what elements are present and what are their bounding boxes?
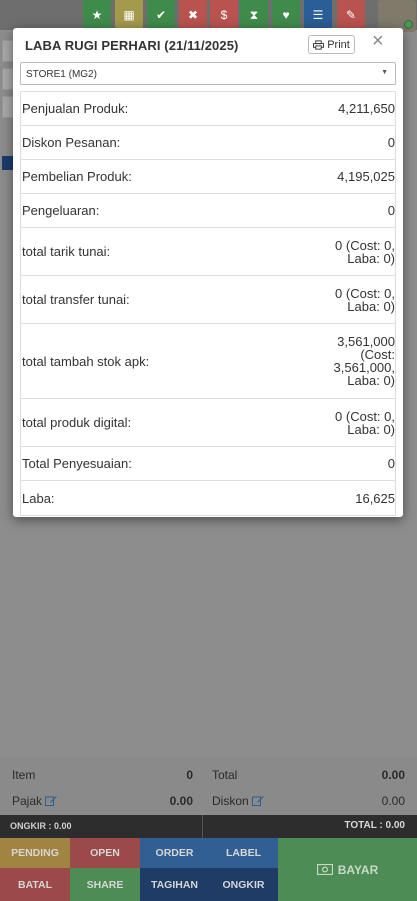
- heart-icon[interactable]: ♥: [272, 0, 300, 30]
- item-value: 0: [186, 768, 193, 782]
- row-label: Penjualan Produk:: [22, 101, 129, 116]
- x-circle-icon[interactable]: ✖: [179, 0, 207, 30]
- top-toolbar: ★ ▦ ✔ ✖ $ ⧗ ♥ ☰ ✎: [0, 0, 417, 32]
- cash-icon: [316, 864, 333, 875]
- bayar-label: BAYAR: [337, 862, 379, 877]
- modal-title: LABA RUGI PERHARI (21/11/2025): [25, 38, 239, 53]
- tagihan-button[interactable]: TAGIHAN: [140, 868, 209, 901]
- printer-icon: [313, 39, 325, 50]
- row-value: 0: [387, 135, 395, 150]
- row-label: total produk digital:: [22, 415, 132, 430]
- hourglass-icon[interactable]: ⧗: [240, 0, 268, 30]
- label-button[interactable]: LABEL: [209, 838, 278, 868]
- table-row: total tambah stok apk: 3,561,000 (Cost: …: [21, 324, 395, 399]
- divider: [202, 815, 203, 838]
- row-value: 0 (Cost: 0, Laba: 0): [335, 408, 395, 437]
- list-icon[interactable]: ☰: [304, 0, 332, 30]
- row-value: 0 (Cost: 0, Laba: 0): [335, 237, 395, 266]
- row-value: 0: [387, 456, 395, 471]
- table-row: Penjualan Produk: 4,211,650: [21, 92, 395, 126]
- total-label: Total: [212, 768, 238, 782]
- diskon-value: 0.00: [381, 794, 405, 808]
- store-select[interactable]: STORE1 (MG2) ▼: [20, 62, 396, 85]
- row-label: total tarik tunai:: [22, 244, 111, 259]
- grid-icon[interactable]: ▦: [115, 0, 143, 30]
- action-buttons: PENDING OPEN ORDER LABEL BATAL SHARE TAG…: [0, 838, 417, 901]
- table-row: Total Penyesuaian: 0: [21, 447, 395, 481]
- table-row: Pengeluaran: 0: [21, 194, 395, 228]
- cart-summary: Item 0 Total 0.00 Pajak 0.00 Diskon 0.00: [0, 757, 417, 815]
- open-button[interactable]: OPEN: [70, 838, 140, 868]
- total-value: 0.00: [381, 768, 405, 782]
- print-label: Print: [327, 38, 350, 51]
- check-circle-icon[interactable]: ✔: [147, 0, 175, 30]
- table-row: total produk digital: 0 (Cost: 0, Laba: …: [21, 399, 395, 447]
- row-value: 16,625: [355, 490, 395, 506]
- pending-button[interactable]: PENDING: [0, 838, 70, 868]
- row-value: 0 (Cost: 0, Laba: 0): [335, 285, 395, 314]
- row-label: total transfer tunai:: [22, 292, 130, 307]
- profit-loss-table: Penjualan Produk: 4,211,650 Diskon Pesan…: [20, 91, 396, 516]
- pajak-label: Pajak: [12, 794, 43, 808]
- row-value: 3,561,000 (Cost: 3,561,000, Laba: 0): [333, 334, 395, 388]
- star-icon[interactable]: ★: [83, 0, 111, 30]
- row-value: 4,195,025: [337, 169, 395, 184]
- print-button[interactable]: Print: [308, 35, 355, 54]
- table-row: total tarik tunai: 0 (Cost: 0, Laba: 0): [21, 228, 395, 276]
- row-label: Pembelian Produk:: [22, 169, 132, 184]
- diskon-field[interactable]: Diskon: [212, 794, 264, 808]
- diskon-label: Diskon: [212, 794, 249, 808]
- pajak-value: 0.00: [169, 794, 193, 808]
- close-icon[interactable]: ×: [372, 31, 384, 51]
- order-button[interactable]: ORDER: [140, 838, 209, 868]
- edit-icon[interactable]: [251, 795, 264, 806]
- profit-loss-modal: LABA RUGI PERHARI (21/11/2025) Print × S…: [13, 28, 403, 517]
- row-label: Pengeluaran:: [22, 203, 100, 218]
- online-status-icon: [404, 20, 413, 29]
- ongkir-status: ONGKIR : 0.00: [10, 821, 72, 831]
- edit-icon[interactable]: [45, 795, 57, 806]
- chevron-down-icon: ▼: [381, 69, 388, 76]
- total-status: TOTAL : 0.00: [344, 820, 405, 831]
- item-label: Item: [12, 768, 36, 782]
- table-row: total transfer tunai: 0 (Cost: 0, Laba: …: [21, 276, 395, 324]
- dollar-icon[interactable]: $: [210, 0, 238, 30]
- row-label: Laba:: [22, 490, 55, 506]
- row-value: 4,211,650: [338, 101, 395, 116]
- bayar-button[interactable]: BAYAR: [278, 838, 417, 901]
- table-row: Pembelian Produk: 4,195,025: [21, 160, 395, 194]
- table-row: Laba: 16,625: [21, 481, 395, 515]
- row-value: 0: [387, 203, 395, 218]
- row-label: Total Penyesuaian:: [22, 456, 132, 471]
- share-button[interactable]: SHARE: [70, 868, 140, 901]
- status-bar: ONGKIR : 0.00 TOTAL : 0.00: [0, 815, 417, 838]
- batal-button[interactable]: BATAL: [0, 868, 70, 901]
- pajak-field[interactable]: Pajak: [12, 794, 57, 808]
- ongkir-button[interactable]: ONGKIR: [209, 868, 278, 901]
- row-label: Diskon Pesanan:: [22, 135, 121, 150]
- row-label: total tambah stok apk:: [22, 353, 150, 369]
- table-row: Diskon Pesanan: 0: [21, 126, 395, 160]
- eraser-icon[interactable]: ✎: [337, 0, 365, 30]
- store-select-value: STORE1 (MG2): [26, 69, 97, 80]
